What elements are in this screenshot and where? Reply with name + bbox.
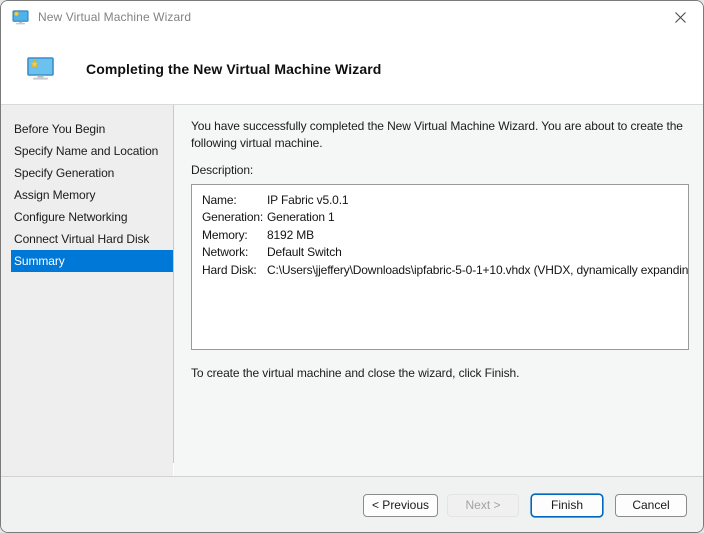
- vm-header-icon: [27, 57, 54, 81]
- wizard-body: Before You Begin Specify Name and Locati…: [1, 105, 703, 476]
- summary-row-hard-disk: Hard Disk:C:\Users\jjeffery\Downloads\ip…: [202, 262, 682, 279]
- sidebar-item-assign-memory[interactable]: Assign Memory: [1, 184, 173, 206]
- close-icon: [674, 11, 687, 24]
- wizard-header: Completing the New Virtual Machine Wizar…: [1, 33, 703, 105]
- summary-row-label: Name:: [202, 192, 267, 209]
- summary-row-value: IP Fabric v5.0.1: [267, 193, 348, 207]
- cancel-button[interactable]: Cancel: [615, 494, 687, 517]
- summary-row-memory: Memory:8192 MB: [202, 227, 682, 244]
- summary-row-label: Memory:: [202, 227, 267, 244]
- summary-row-label: Generation:: [202, 209, 267, 226]
- button-bar: < Previous Next > Finish Cancel: [1, 477, 703, 533]
- finish-instruction: To create the virtual machine and close …: [191, 366, 696, 380]
- titlebar: New Virtual Machine Wizard: [1, 1, 703, 33]
- summary-row-label: Hard Disk:: [202, 262, 267, 279]
- close-button[interactable]: [657, 1, 703, 33]
- vm-app-icon: [12, 9, 30, 25]
- wizard-window: New Virtual Machine Wizard Completing th…: [0, 0, 704, 533]
- summary-row-value: Generation 1: [267, 210, 335, 224]
- description-label: Description:: [191, 163, 696, 177]
- summary-row-generation: Generation:Generation 1: [202, 209, 682, 226]
- sidebar-item-before-you-begin[interactable]: Before You Begin: [1, 118, 173, 140]
- sidebar-item-specify-generation[interactable]: Specify Generation: [1, 162, 173, 184]
- sidebar-item-configure-networking[interactable]: Configure Networking: [1, 206, 173, 228]
- intro-text: You have successfully completed the New …: [191, 118, 696, 151]
- content-pane: You have successfully completed the New …: [174, 105, 704, 476]
- summary-row-value: 8192 MB: [267, 228, 314, 242]
- summary-row-network: Network:Default Switch: [202, 244, 682, 261]
- previous-button[interactable]: < Previous: [363, 494, 438, 517]
- summary-row-label: Network:: [202, 244, 267, 261]
- sidebar-item-connect-virtual-hard-disk[interactable]: Connect Virtual Hard Disk: [1, 228, 173, 250]
- sidebar-item-summary[interactable]: Summary: [11, 250, 173, 272]
- sidebar-item-specify-name-and-location[interactable]: Specify Name and Location: [1, 140, 173, 162]
- summary-row-name: Name:IP Fabric v5.0.1: [202, 192, 682, 209]
- summary-row-value: Default Switch: [267, 245, 342, 259]
- next-button[interactable]: Next >: [447, 494, 519, 517]
- summary-box: Name:IP Fabric v5.0.1 Generation:Generat…: [191, 184, 689, 350]
- wizard-steps-sidebar: Before You Begin Specify Name and Locati…: [1, 105, 173, 476]
- page-title: Completing the New Virtual Machine Wizar…: [86, 61, 381, 77]
- finish-button[interactable]: Finish: [531, 494, 603, 517]
- window-title: New Virtual Machine Wizard: [38, 10, 191, 24]
- summary-row-value: C:\Users\jjeffery\Downloads\ipfabric-5-0…: [267, 263, 689, 277]
